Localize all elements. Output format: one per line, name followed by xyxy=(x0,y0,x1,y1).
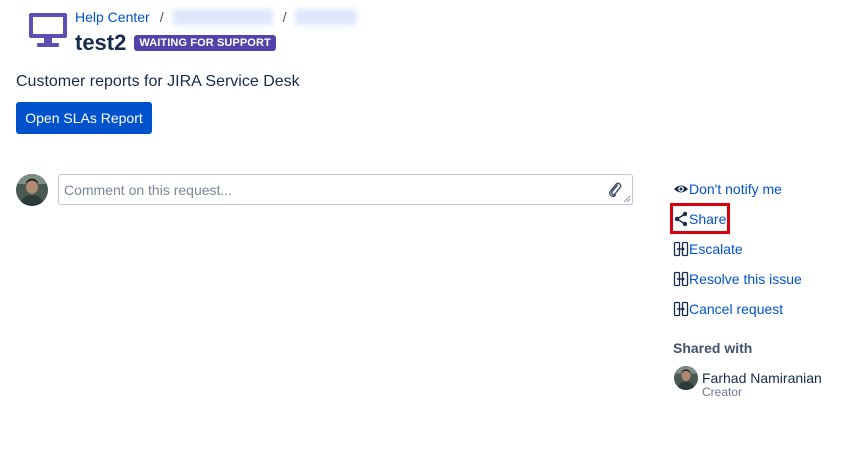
comment-input[interactable] xyxy=(64,178,594,201)
monitor-icon xyxy=(29,13,67,47)
reports-heading: Customer reports for JIRA Service Desk xyxy=(16,73,300,90)
shared-user-name: Farhad Namiranian xyxy=(702,370,822,386)
shared-user-role: Creator xyxy=(702,385,743,399)
avatar xyxy=(674,366,698,390)
breadcrumb-separator: / xyxy=(159,9,164,25)
breadcrumb-help-center-link[interactable]: Help Center xyxy=(75,9,150,25)
breadcrumb-redacted-request[interactable] xyxy=(295,9,358,25)
title-row: test2 WAITING FOR SUPPORT xyxy=(75,30,276,56)
resize-handle-icon[interactable] xyxy=(623,195,631,203)
transition-icon xyxy=(673,301,689,317)
breadcrumb-separator: / xyxy=(282,9,287,25)
breadcrumb: Help Center / / xyxy=(75,8,358,26)
paperclip-icon[interactable] xyxy=(608,181,622,199)
page-title: test2 xyxy=(75,30,127,55)
shared-with-heading: Shared with xyxy=(673,340,753,356)
dont-notify-me-link[interactable]: Don't notify me xyxy=(673,179,782,199)
action-label: Resolve this issue xyxy=(689,271,802,287)
cancel-request-link[interactable]: Cancel request xyxy=(673,299,783,319)
action-label: Don't notify me xyxy=(689,181,782,197)
share-icon xyxy=(674,211,688,227)
share-link[interactable]: Share xyxy=(673,209,726,229)
transition-icon xyxy=(673,241,689,257)
transition-icon xyxy=(673,271,689,287)
avatar xyxy=(16,174,48,206)
action-label: Escalate xyxy=(689,241,743,257)
resolve-issue-link[interactable]: Resolve this issue xyxy=(673,269,802,289)
breadcrumb-redacted-project[interactable] xyxy=(172,9,273,25)
eye-icon xyxy=(674,185,688,193)
action-label: Share xyxy=(689,211,727,227)
comment-field[interactable] xyxy=(58,174,633,205)
open-slas-report-button[interactable]: Open SLAs Report xyxy=(16,102,152,134)
escalate-link[interactable]: Escalate xyxy=(673,239,743,259)
action-label: Cancel request xyxy=(689,301,784,317)
status-badge: WAITING FOR SUPPORT xyxy=(134,35,276,51)
